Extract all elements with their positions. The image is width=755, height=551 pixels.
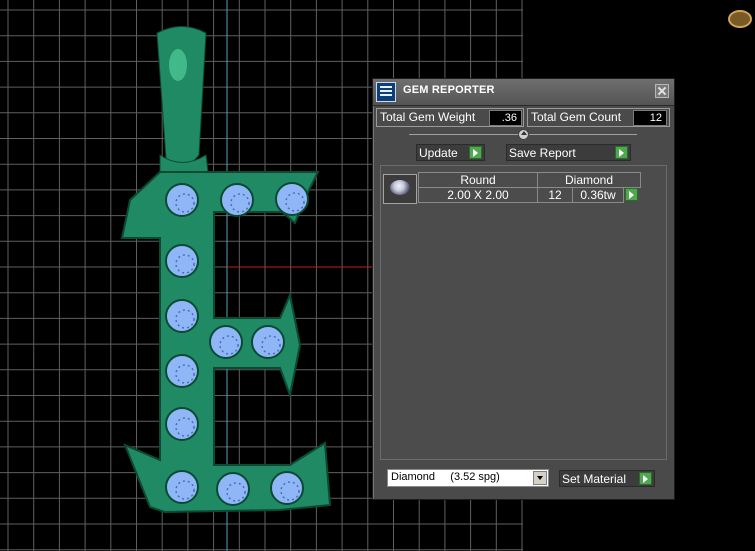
total-count-label: Total Gem Count [531, 110, 622, 124]
save-report-button[interactable]: Save Report [506, 144, 631, 161]
gem-cursor-icon [728, 10, 752, 28]
total-weight-value: .36 [489, 110, 522, 126]
panel-title: GEM REPORTER [403, 84, 495, 96]
play-arrow-icon [615, 146, 628, 159]
total-weight-label: Total Gem Weight [380, 110, 476, 124]
round-gem [209, 325, 243, 359]
round-gem [251, 325, 285, 359]
update-button-label: Update [419, 146, 458, 160]
gem-size-cell: 2.00 X 2.00 [418, 187, 538, 203]
round-gem [165, 244, 199, 278]
gem-count-cell: 12 [537, 187, 573, 203]
gem-shape-header: Round [418, 172, 538, 188]
bail-highlight [169, 49, 187, 81]
material-select[interactable]: Diamond (3.52 spg) [387, 469, 549, 487]
round-gem [165, 470, 199, 504]
chevron-down-icon[interactable] [533, 471, 547, 485]
round-gem [165, 299, 199, 333]
round-gem-thumbnail[interactable] [383, 174, 417, 204]
set-material-label: Set Material [562, 472, 627, 486]
gem-material-header: Diamond [537, 172, 641, 188]
play-arrow-icon [469, 146, 482, 159]
set-material-button[interactable]: Set Material [559, 470, 655, 487]
gem-reporter-panel: GEM REPORTER Total Gem Weight .36 Total … [372, 78, 675, 500]
total-count-value: 12 [633, 110, 667, 126]
play-arrow-icon [639, 472, 652, 485]
material-select-value: Diamond (3.52 spg) [391, 471, 500, 483]
save-report-label: Save Report [509, 146, 576, 160]
gem-weight-cell: 0.36tw [572, 187, 624, 203]
slider-thumb[interactable] [518, 129, 529, 140]
pendant-bail [156, 26, 207, 168]
round-gem [165, 183, 199, 217]
close-icon[interactable] [655, 84, 669, 98]
round-gem [165, 407, 199, 441]
gem-list [380, 165, 667, 460]
round-gem [165, 354, 199, 388]
panel-titlebar[interactable]: GEM REPORTER [373, 79, 674, 106]
update-button[interactable]: Update [416, 144, 485, 161]
row-play-arrow-icon[interactable] [625, 188, 638, 201]
round-gem [220, 183, 254, 217]
round-gem [275, 182, 309, 216]
round-gem [216, 472, 250, 506]
gem-reporter-icon [376, 82, 396, 102]
round-gem [270, 471, 304, 505]
